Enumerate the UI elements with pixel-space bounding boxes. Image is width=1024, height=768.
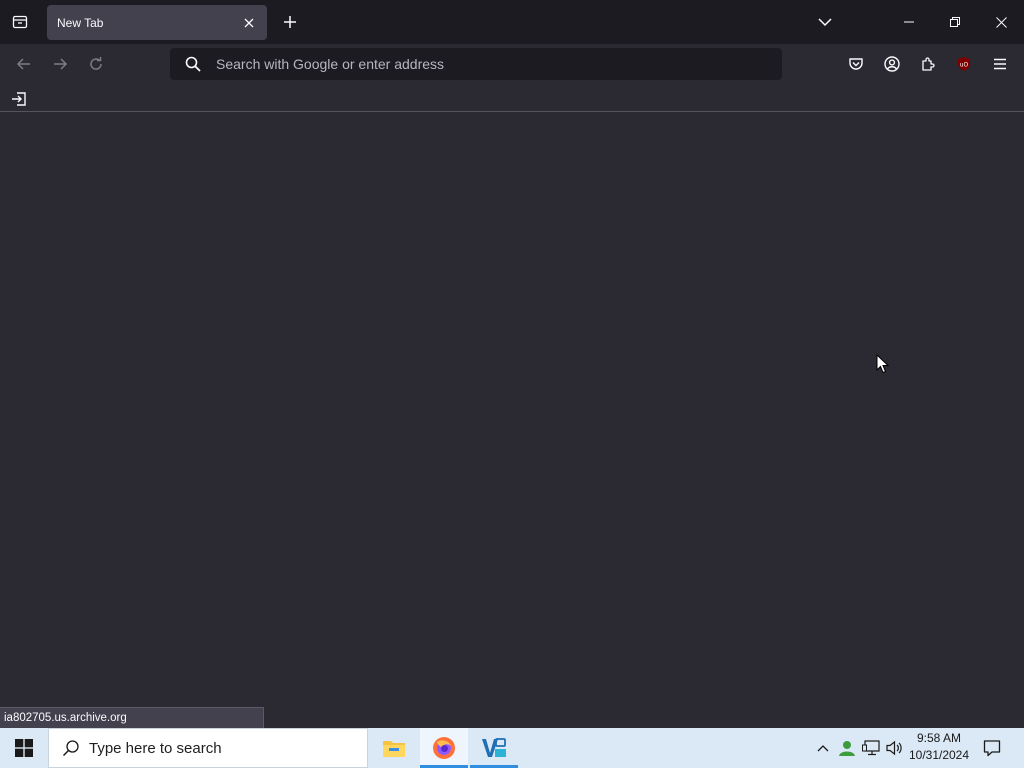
firefox-taskbar-button[interactable] [420,728,468,768]
hamburger-menu-icon [994,58,1006,70]
application-menu-button[interactable] [986,50,1014,78]
pocket-icon [849,58,863,70]
volume-tray-button[interactable] [883,728,907,768]
windows-logo-icon [15,739,33,757]
network-tray-button[interactable] [859,728,883,768]
network-icon [862,740,880,756]
visual-studio-icon [482,738,506,757]
bookmarks-toolbar [0,84,1024,112]
people-tray-button[interactable] [835,728,859,768]
firefox-view-icon [12,15,28,29]
close-icon [995,16,1007,28]
windows-taskbar: Type here to search 9:58 AM 10/31/2024 [0,728,1024,768]
close-icon [244,18,254,27]
show-hidden-icons-button[interactable] [811,728,835,768]
svg-text:uO: uO [960,62,969,69]
mouse-cursor-icon [876,354,890,374]
minimize-button[interactable] [886,0,932,44]
clock-date: 10/31/2024 [908,748,970,762]
file-explorer-icon [383,741,405,757]
firefox-icon [433,737,455,759]
close-window-button[interactable] [978,0,1024,44]
import-bookmarks-button[interactable] [8,88,30,110]
speaker-icon [886,740,902,756]
search-icon [185,56,201,72]
visual-studio-taskbar-button[interactable] [470,728,518,768]
reload-button[interactable] [82,50,110,78]
user-icon [839,741,855,756]
plus-icon [284,16,296,28]
taskbar-clock[interactable]: 9:58 AM 10/31/2024 [906,730,972,766]
forward-button[interactable] [46,50,74,78]
start-button[interactable] [0,728,48,768]
chevron-up-icon [817,745,829,752]
taskbar-search-box[interactable]: Type here to search [48,728,368,768]
arrow-left-icon [16,58,30,70]
firefox-view-button[interactable] [6,8,34,36]
address-input[interactable] [216,56,782,72]
back-button[interactable] [10,50,38,78]
search-icon [61,738,81,758]
arrow-right-icon [54,58,68,70]
notification-icon [983,740,1001,757]
list-all-tabs-button[interactable] [811,8,839,36]
status-bubble: ia802705.us.archive.org [0,707,264,728]
tab-title: New Tab [57,15,104,30]
tab-close-button[interactable] [237,11,261,35]
import-icon [12,92,26,106]
new-tab-button[interactable] [276,8,304,36]
chevron-down-icon [818,18,832,27]
minimize-icon [904,21,914,23]
tab-strip: New Tab [0,0,1024,44]
extensions-button[interactable] [914,50,942,78]
taskbar-search-placeholder: Type here to search [89,739,222,757]
account-button[interactable] [878,50,906,78]
pocket-button[interactable] [842,50,870,78]
clock-time: 9:58 AM [916,731,962,745]
address-bar[interactable] [170,48,782,80]
restore-icon [950,17,960,27]
restore-button[interactable] [932,0,978,44]
navigation-toolbar: uO [0,44,1024,84]
puzzle-icon [922,57,935,71]
ublock-origin-button[interactable]: uO [950,50,978,78]
tab-new-tab[interactable]: New Tab [47,5,267,40]
ublock-origin-icon: uO [958,57,970,71]
page-content [0,113,1024,728]
reload-icon [90,57,102,70]
file-explorer-taskbar-button[interactable] [370,728,418,768]
account-icon [884,56,900,72]
action-center-button[interactable] [978,728,1006,768]
